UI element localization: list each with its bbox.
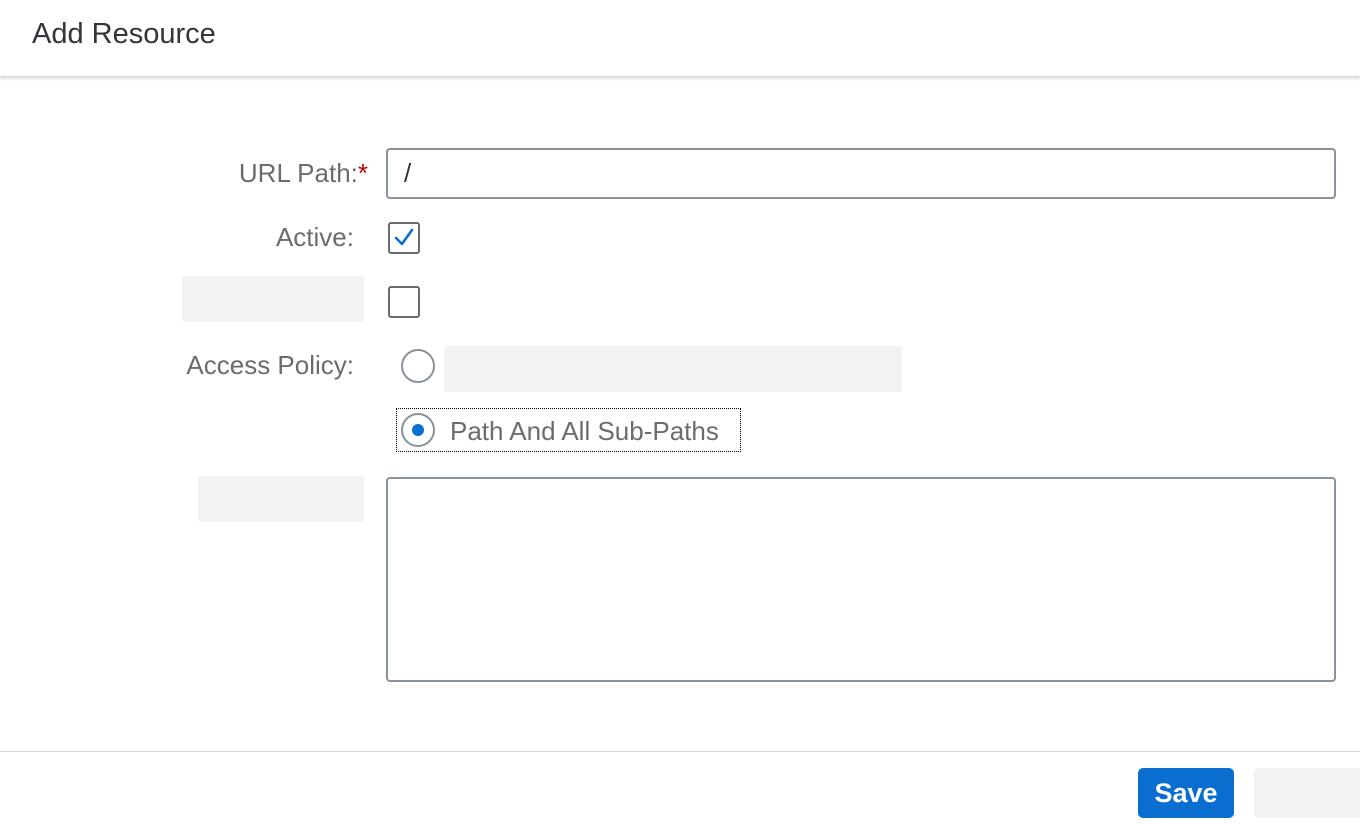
add-resource-dialog: Add Resource URL Path:* Active: Access P…	[0, 0, 1360, 824]
url-path-input[interactable]	[386, 148, 1336, 199]
dialog-footer: Save	[0, 751, 1360, 824]
access-policy-option-2-radio[interactable]	[401, 413, 435, 447]
radio-selected-dot	[412, 424, 424, 436]
save-button[interactable]: Save	[1138, 768, 1234, 818]
access-policy-label: Access Policy:	[186, 350, 354, 380]
checkmark-icon	[394, 228, 414, 246]
redacted-checkbox-label	[182, 276, 364, 322]
redacted-radio-label	[444, 346, 902, 392]
dialog-header: Add Resource	[0, 0, 1360, 77]
active-label: Active:	[275, 222, 354, 252]
active-checkbox[interactable]	[388, 222, 420, 254]
description-textarea[interactable]	[386, 477, 1336, 682]
access-policy-option-1-radio[interactable]	[401, 349, 435, 383]
dialog-title: Add Resource	[32, 18, 216, 50]
redacted-textarea-label	[198, 476, 364, 522]
access-policy-option-2-label: Path And All Sub-Paths	[450, 416, 719, 446]
redacted-button[interactable]	[1254, 768, 1360, 818]
access-policy-option-2[interactable]: Path And All Sub-Paths	[396, 408, 741, 452]
unnamed-checkbox[interactable]	[388, 286, 420, 318]
url-path-label: URL Path:*	[200, 158, 368, 189]
url-path-label-text: URL Path:	[238, 158, 358, 188]
required-marker: *	[357, 158, 368, 188]
